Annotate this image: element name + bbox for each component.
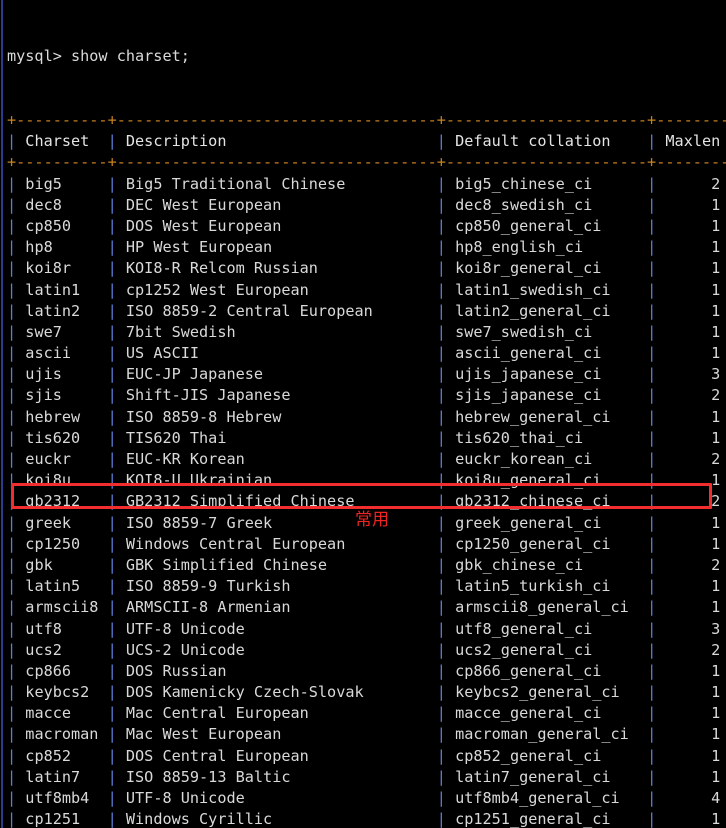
terminal-window[interactable]: mysql> show charset; +----------+-------… [0, 0, 726, 828]
table-rule-top: +----------+----------------------------… [7, 111, 726, 129]
table-row-latin5: | latin5 | ISO 8859-9 Turkish | latin5_t… [7, 577, 726, 596]
table-row-tis620: | tis620 | TIS620 Thai | tis620_thai_ci … [7, 428, 726, 447]
table-row-macroman: | macroman | Mac West European | macroma… [7, 725, 726, 744]
table-row-ujis: | ujis | EUC-JP Japanese | ujis_japanese… [7, 365, 726, 384]
table-row-cp1251: | cp1251 | Windows Cyrillic | cp1251_gen… [7, 810, 726, 828]
table-row-gbk: | gbk | GBK Simplified Chinese | gbk_chi… [7, 555, 726, 574]
table-row-cp1250: | cp1250 | Windows Central European | cp… [7, 534, 726, 553]
table-row-ucs2: | ucs2 | UCS-2 Unicode | ucs2_general_ci… [7, 640, 726, 659]
table-row-latin1: | latin1 | cp1252 West European | latin1… [7, 280, 726, 299]
table-row-swe7: | swe7 | 7bit Swedish | swe7_swedish_ci … [7, 322, 726, 341]
table-row-latin2: | latin2 | ISO 8859-2 Central European |… [7, 301, 726, 320]
table-row-utf8mb4: | utf8mb4 | UTF-8 Unicode | utf8mb4_gene… [7, 789, 726, 807]
table-row-cp852: | cp852 | DOS Central European | cp852_g… [7, 746, 726, 765]
table-row-utf8: | utf8 | UTF-8 Unicode | utf8_general_ci… [7, 619, 726, 638]
table-row-ascii: | ascii | US ASCII | ascii_general_ci | … [7, 344, 726, 363]
table-row-latin7: | latin7 | ISO 8859-13 Baltic | latin7_g… [7, 767, 726, 786]
table-row-koi8u: | koi8u | KOI8-U Ukrainian | koi8u_gener… [7, 471, 726, 490]
table-row-dec8: | dec8 | DEC West European | dec8_swedis… [7, 195, 726, 214]
mysql-prompt-line: mysql> show charset; [7, 47, 190, 66]
table-row-keybcs2: | keybcs2 | DOS Kamenicky Czech-Slovak |… [7, 683, 726, 702]
table-row-cp850: | cp850 | DOS West European | cp850_gene… [7, 216, 726, 235]
table-rule-header: +----------+----------------------------… [7, 153, 726, 172]
charset-result-table: +----------+----------------------------… [7, 110, 726, 828]
table-row-armscii8: | armscii8 | ARMSCII-8 Armenian | armsci… [7, 598, 726, 617]
table-row-hp8: | hp8 | HP West European | hp8_english_c… [7, 238, 726, 257]
table-row-big5: | big5 | Big5 Traditional Chinese | big5… [7, 174, 726, 193]
table-row-macce: | macce | Mac Central European | macce_g… [7, 704, 726, 723]
window-left-border [1, 0, 3, 828]
table-header-row: | Charset | Description | Default collat… [7, 132, 726, 151]
table-row-sjis: | sjis | Shift-JIS Japanese | sjis_japan… [7, 386, 726, 405]
annotation-changyong: 常用 [355, 510, 389, 530]
terminal-console-output: mysql> show charset; +----------+-------… [7, 4, 726, 828]
table-row-euckr: | euckr | EUC-KR Korean | euckr_korean_c… [7, 450, 726, 468]
table-row-cp866: | cp866 | DOS Russian | cp866_general_ci… [7, 661, 726, 680]
table-row-hebrew: | hebrew | ISO 8859-8 Hebrew | hebrew_ge… [7, 407, 726, 426]
table-row-koi8r: | koi8r | KOI8-R Relcom Russian | koi8r_… [7, 259, 726, 278]
